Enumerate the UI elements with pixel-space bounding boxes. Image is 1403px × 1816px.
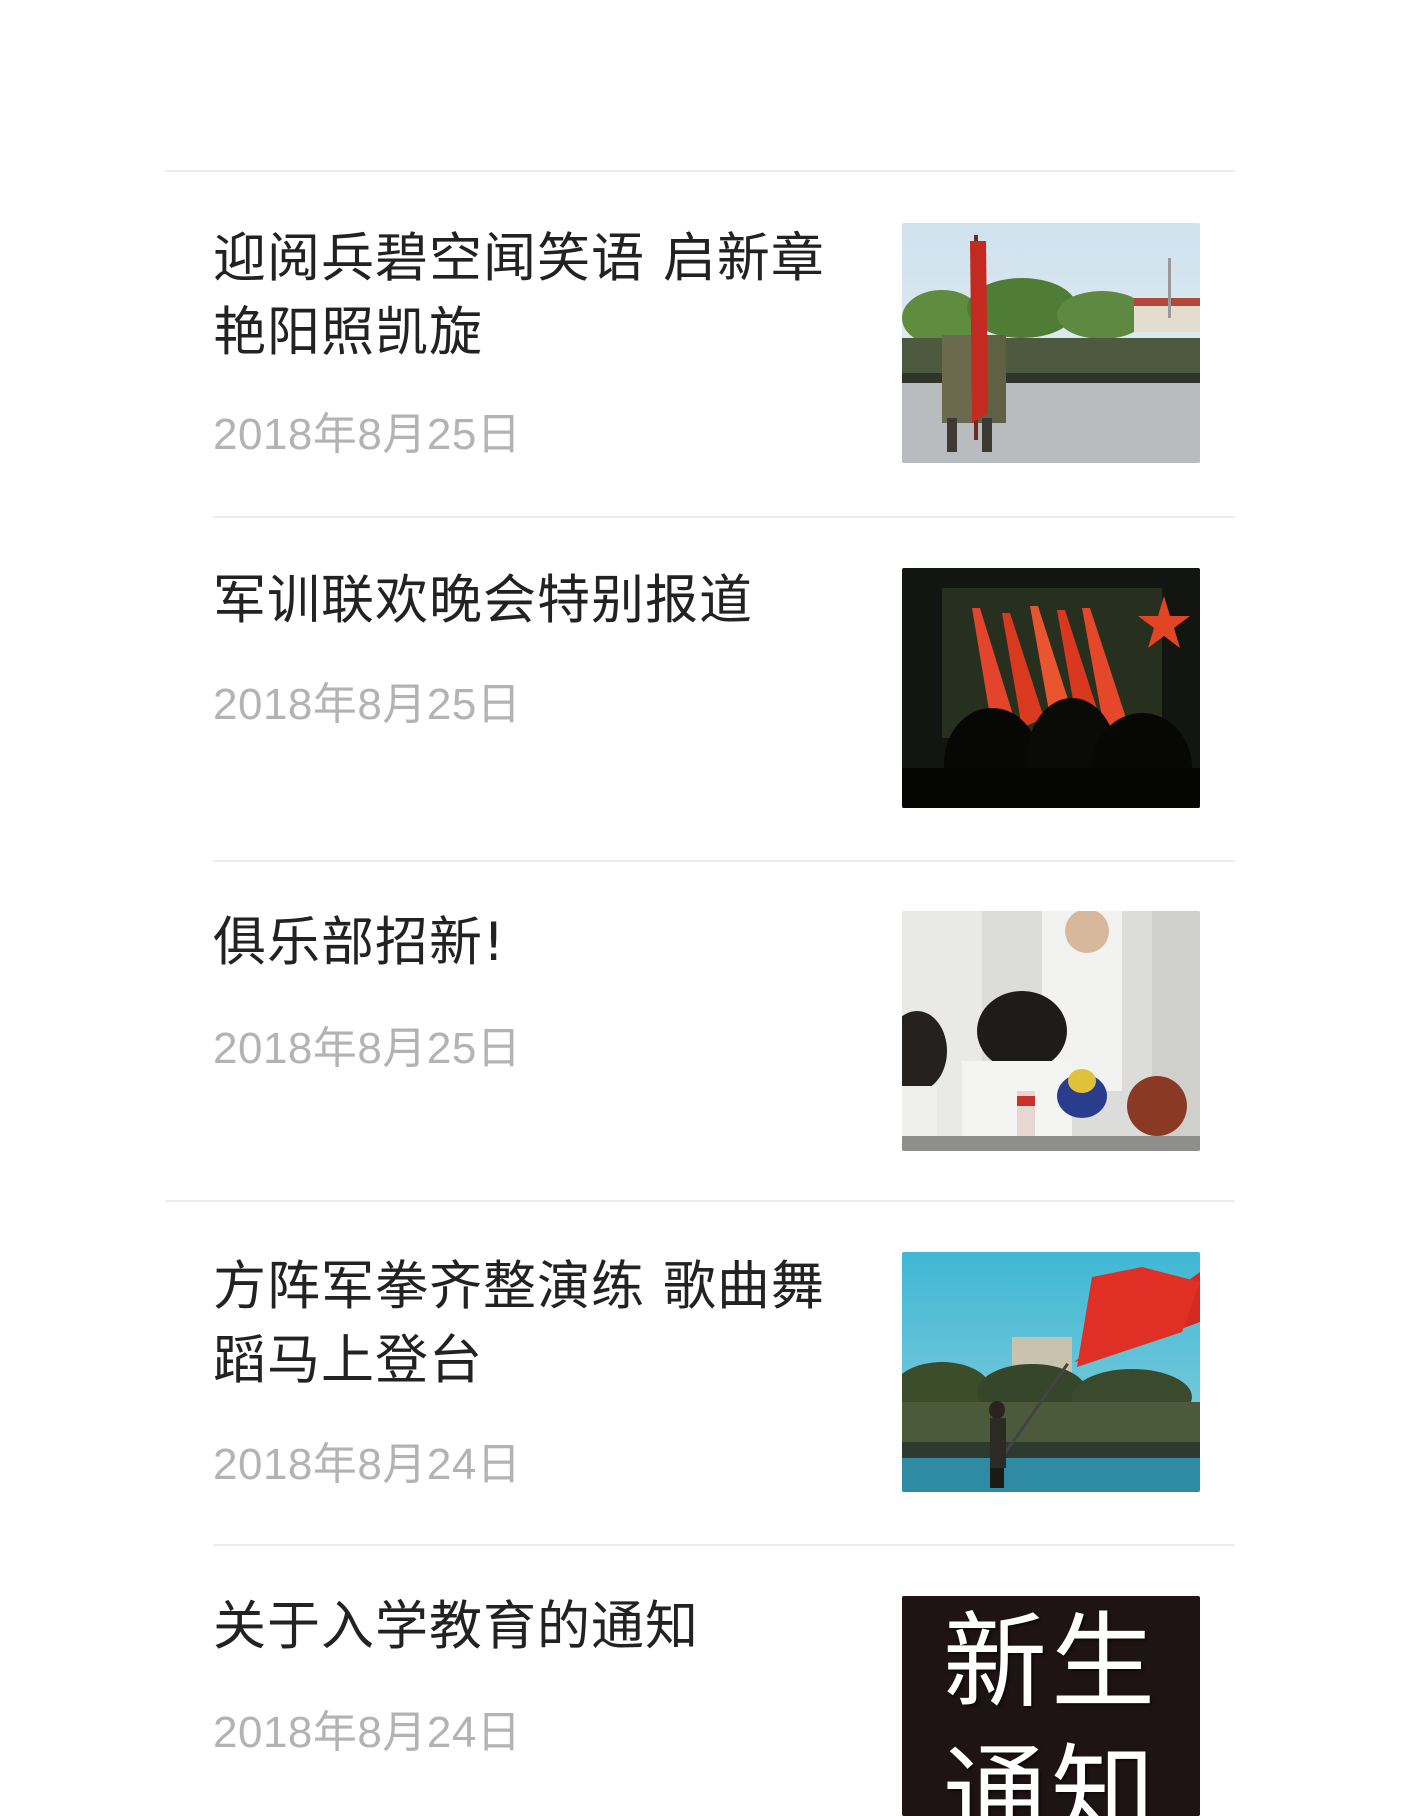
article-item-3[interactable]: 俱乐部招新! 2018年8月25日 (0, 862, 1403, 1202)
article-item-4[interactable]: 方阵军拳齐整演练 歌曲舞蹈马上登台 2018年8月24日 (0, 1202, 1403, 1546)
article-date: 2018年8月24日 (213, 1440, 522, 1489)
article-title: 方阵军拳齐整演练 歌曲舞蹈马上登台 (213, 1256, 825, 1391)
notice-card-image-icon: 新生通知 (942, 1601, 1159, 1816)
article-item-2[interactable]: 军训联欢晚会特别报道 2018年8月25日 (0, 518, 1403, 862)
club-recruitment-photo-icon (902, 911, 1200, 1151)
article-date: 2018年8月24日 (213, 1708, 522, 1757)
article-date: 2018年8月25日 (213, 680, 522, 729)
article-date: 2018年8月25日 (213, 410, 522, 459)
red-flags-stage-photo-icon (902, 568, 1200, 808)
flag-waving-photo-icon (902, 1252, 1200, 1492)
article-thumbnail[interactable] (902, 1252, 1200, 1492)
article-thumbnail[interactable]: 新生通知 (902, 1596, 1200, 1816)
article-item-1[interactable]: 迎阅兵碧空闻笑语 启新章艳阳照凯旋 2018年8月25日 (0, 0, 1403, 518)
article-title: 军训联欢晚会特别报道 (213, 570, 753, 631)
article-date: 2018年8月25日 (213, 1024, 522, 1073)
article-feed: 迎阅兵碧空闻笑语 启新章艳阳照凯旋 2018年8月25日 军训联欢晚会特别报道 … (0, 0, 1403, 1816)
article-title: 迎阅兵碧空闻笑语 启新章艳阳照凯旋 (213, 228, 825, 363)
article-title: 关于入学教育的通知 (213, 1596, 699, 1657)
article-thumbnail[interactable] (902, 568, 1200, 808)
article-thumbnail[interactable] (902, 223, 1200, 463)
article-thumbnail[interactable] (902, 911, 1200, 1151)
article-title: 俱乐部招新! (213, 912, 506, 973)
article-item-5[interactable]: 关于入学教育的通知 2018年8月24日 新生通知 (0, 1546, 1403, 1816)
military-parade-photo-icon (902, 223, 1200, 463)
